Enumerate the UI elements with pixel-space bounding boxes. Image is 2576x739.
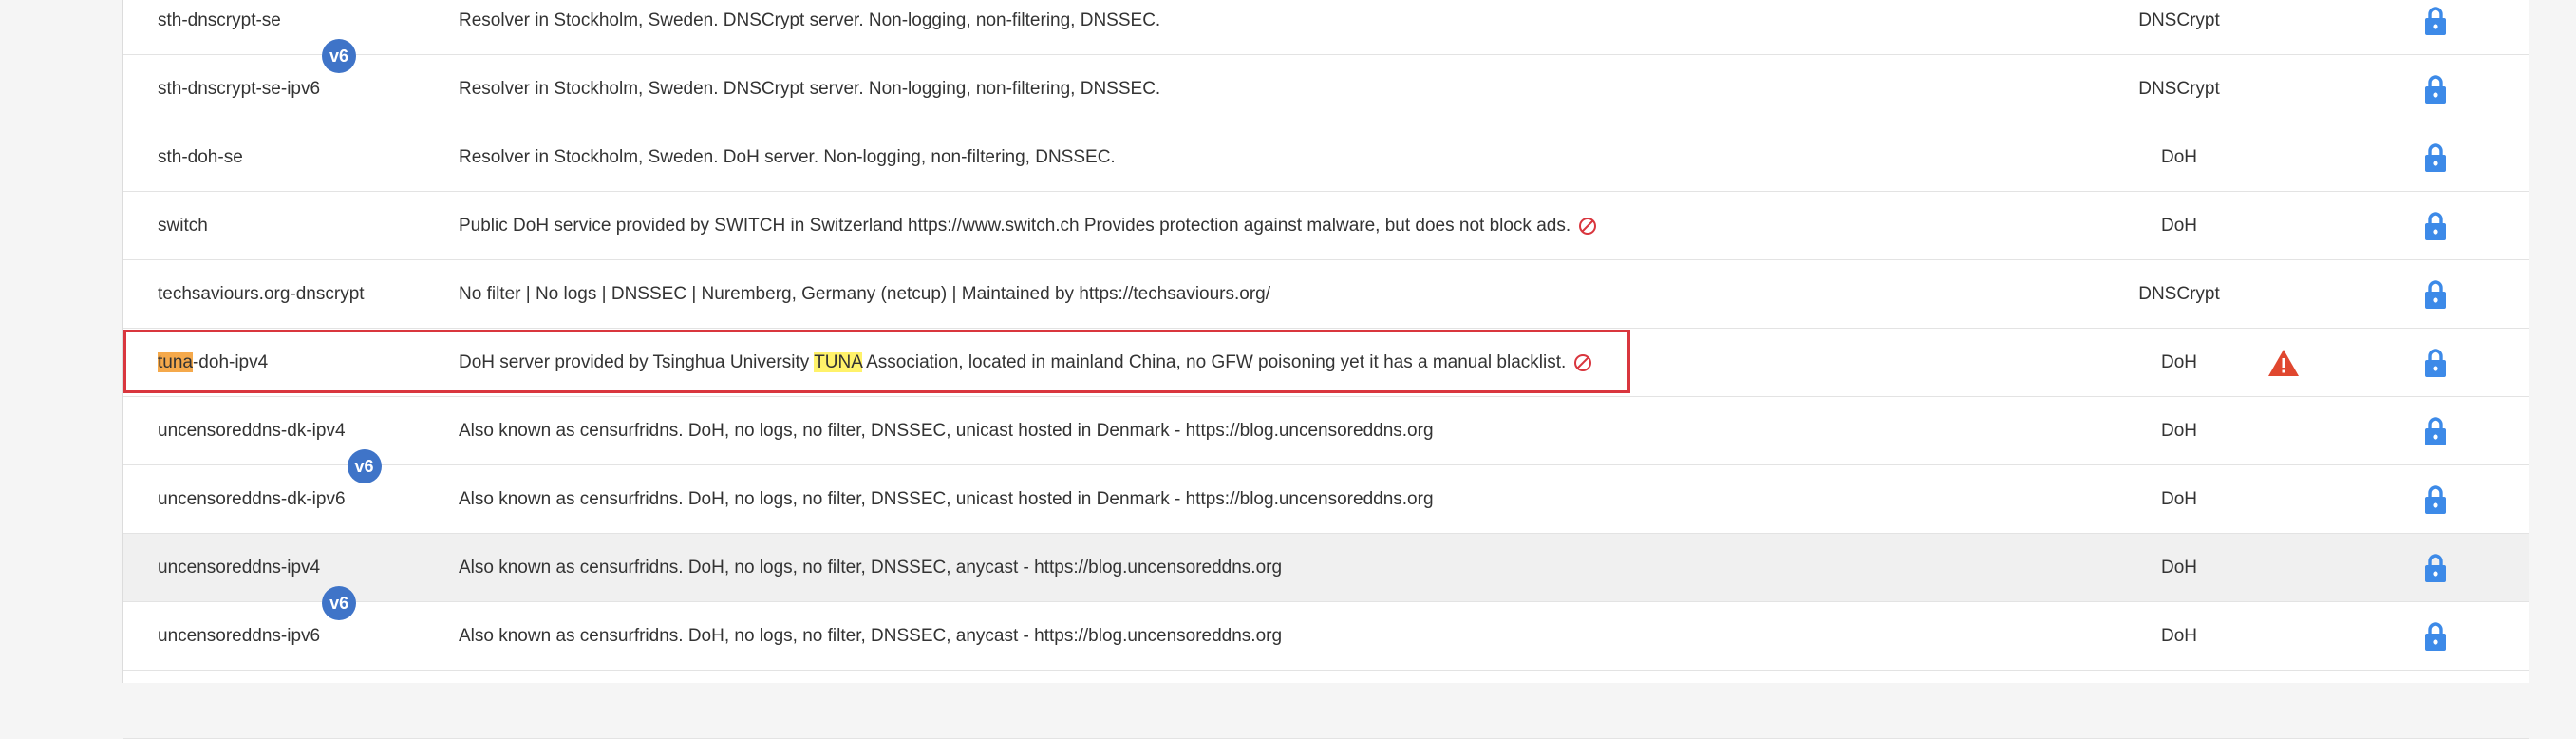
resolver-description: Public DoH service provided by SWITCH in… [459, 216, 1571, 236]
ipv6-badge: v6 [347, 449, 382, 483]
resolver-protocol: DoH [2160, 558, 2197, 578]
lock-icon [2412, 534, 2459, 601]
resolver-name: techsaviours.org-dnscrypt [158, 284, 365, 304]
warning-icon [2260, 329, 2307, 396]
resolver-description: Resolver in Stockholm, Sweden. DNSCrypt … [459, 79, 1161, 99]
search-highlight: TUNA [814, 352, 862, 372]
resolver-name-cell: uncensoreddns-dk-ipv6 v6 [158, 449, 382, 533]
lock-icon [2412, 602, 2459, 670]
lock-icon [2412, 397, 2459, 464]
resolver-protocol: DoH [2160, 216, 2197, 236]
resolver-description: Also known as censurfridns. DoH, no logs… [459, 558, 1283, 578]
resolver-name: sth-dnscrypt-se-ipv6 [158, 79, 321, 99]
table-row[interactable]: tuna-doh-ipv4 DoH server provided by Tsi… [123, 329, 2529, 397]
resolver-protocol: DoH [2160, 421, 2197, 441]
resolver-description: Resolver in Stockholm, Sweden. DNSCrypt … [459, 10, 1161, 30]
resolver-protocol: DNSCrypt [2138, 284, 2220, 304]
resolver-name: sth-doh-se [158, 147, 243, 167]
ipv6-badge: v6 [322, 586, 357, 620]
resolver-protocol: DoH [2160, 352, 2197, 372]
resolver-protocol: DoH [2160, 626, 2197, 646]
resolver-name-cell: uncensoreddns-ipv6 v6 [158, 586, 357, 670]
resolver-name: uncensoreddns-ipv6 [158, 626, 321, 646]
resolver-name: uncensoreddns-dk-ipv6 [158, 489, 346, 509]
resolver-name: switch [158, 216, 208, 236]
lock-icon [2412, 260, 2459, 328]
resolver-description: Also known as censurfridns. DoH, no logs… [459, 421, 1434, 441]
lock-icon [2412, 55, 2459, 123]
resolver-name: uncensoreddns-ipv4 [158, 558, 321, 578]
resolver-name: uncensoreddns-dk-ipv4 [158, 421, 346, 441]
lock-icon [2412, 123, 2459, 191]
resolver-name: sth-dnscrypt-se [158, 10, 281, 30]
resolver-description-cell: DoH server provided by Tsinghua Universi… [459, 329, 1592, 396]
resolver-name-cell: tuna-doh-ipv4 [158, 329, 268, 396]
resolver-description: Also known as censurfridns. DoH, no logs… [459, 626, 1283, 646]
search-highlight: tuna [158, 352, 193, 372]
table-row[interactable]: uncensoreddns-ipv4 Also known as censurf… [123, 534, 2529, 602]
table-row[interactable]: techsaviours.org-dnscrypt No filter | No… [123, 260, 2529, 329]
resolver-description-cell: Public DoH service provided by SWITCH in… [459, 192, 1597, 259]
resolver-protocol: DNSCrypt [2138, 10, 2220, 30]
resolver-description: No filter | No logs | DNSSEC | Nuremberg… [459, 284, 1271, 304]
lock-icon [2412, 465, 2459, 533]
resolver-description: Resolver in Stockholm, Sweden. DoH serve… [459, 147, 1116, 167]
table-row[interactable]: uncensoreddns-ipv6 v6 Also known as cens… [123, 586, 2529, 671]
ipv6-badge: v6 [322, 39, 357, 73]
resolver-protocol: DoH [2160, 147, 2197, 167]
lock-icon [2412, 329, 2459, 396]
resolver-protocol: DNSCrypt [2138, 79, 2220, 99]
resolver-description: Also known as censurfridns. DoH, no logs… [459, 489, 1434, 509]
resolver-protocol: DoH [2160, 489, 2197, 509]
resolver-name-cell: sth-dnscrypt-se-ipv6 v6 [158, 39, 357, 123]
table-row[interactable]: sth-doh-se Resolver in Stockholm, Sweden… [123, 123, 2529, 192]
lock-icon [2412, 0, 2459, 54]
blocked-icon [1573, 353, 1592, 372]
lock-icon [2412, 192, 2459, 259]
resolver-description: DoH server provided by Tsinghua Universi… [459, 352, 815, 372]
table-row[interactable] [123, 671, 2529, 739]
resolver-description: Association, located in mainland China, … [861, 352, 1567, 372]
table-row[interactable]: switch Public DoH service provided by SW… [123, 192, 2529, 260]
table-row[interactable]: uncensoreddns-dk-ipv6 v6 Also known as c… [123, 449, 2529, 534]
table-row[interactable]: sth-dnscrypt-se-ipv6 v6 Resolver in Stoc… [123, 39, 2529, 123]
blocked-icon [1578, 217, 1597, 236]
resolver-table: sth-dnscrypt-se Resolver in Stockholm, S… [122, 0, 2529, 739]
table-row[interactable]: uncensoreddns-dk-ipv4 Also known as cens… [123, 397, 2529, 465]
table-row[interactable]: sth-dnscrypt-se Resolver in Stockholm, S… [123, 0, 2529, 55]
resolver-name: -doh-ipv4 [192, 352, 269, 372]
